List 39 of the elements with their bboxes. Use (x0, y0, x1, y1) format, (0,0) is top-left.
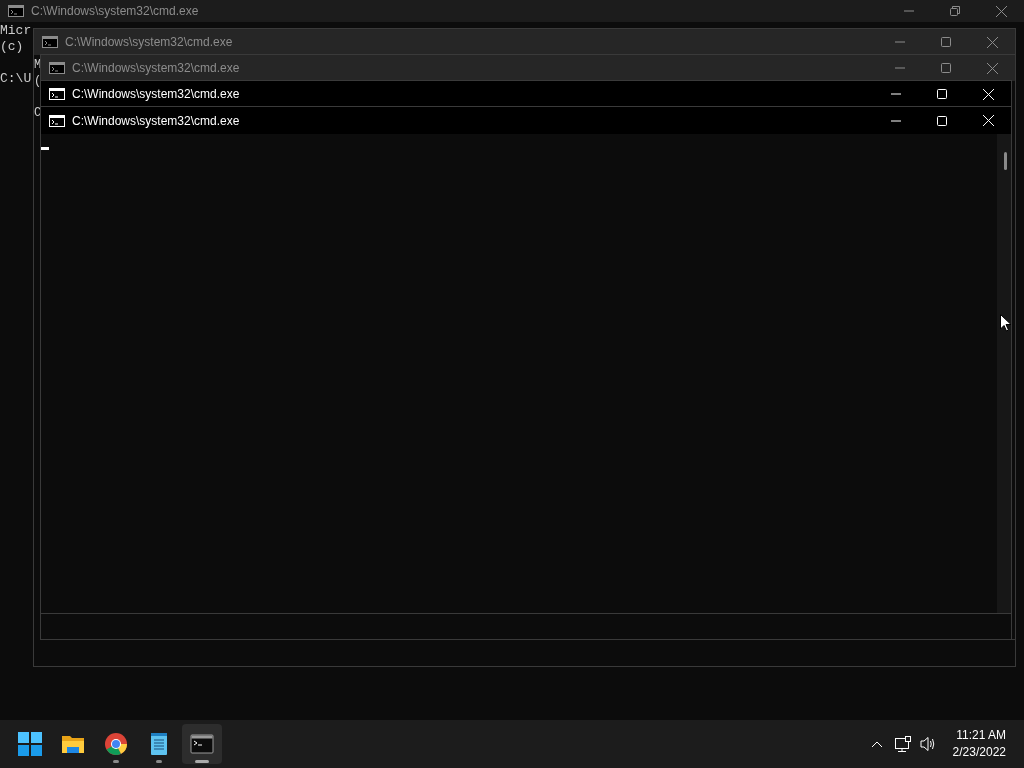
console-icon (49, 62, 65, 74)
running-indicator (156, 760, 162, 763)
running-indicator (195, 760, 209, 763)
clock[interactable]: 11:21 AM 2/23/2022 (952, 727, 1006, 761)
console-icon (8, 5, 24, 17)
maximize-icon (941, 37, 951, 47)
browser-icon (104, 732, 128, 756)
network-icon[interactable] (894, 736, 911, 752)
window-title: C:\Windows\system32\cmd.exe (72, 112, 241, 130)
scrollbar[interactable] (997, 134, 1011, 613)
console-text: M (34, 57, 42, 73)
console-icon (49, 114, 65, 127)
console-text: ( (34, 73, 42, 89)
console-icon (49, 88, 65, 100)
console-icon (42, 36, 58, 48)
console-prompt: C (34, 105, 42, 121)
terminal-icon (190, 732, 214, 756)
window-title: C:\Windows\system32\cmd.exe (65, 34, 234, 51)
restore-icon (950, 6, 960, 16)
windows-logo-icon (18, 732, 42, 756)
scroll-thumb[interactable] (1004, 152, 1007, 170)
window-title: C:\Windows\system32\cmd.exe (72, 60, 241, 77)
close-icon (995, 5, 1007, 17)
chevron-up-icon (870, 740, 883, 748)
window-title: C:\Windows\system32\cmd.exe (31, 3, 200, 20)
running-indicator (113, 760, 119, 763)
close-icon (986, 36, 998, 48)
close-icon (986, 62, 998, 74)
console-text: (c) (0, 39, 24, 55)
close-icon (982, 88, 994, 100)
console-text: Micr (0, 23, 32, 39)
window-title: C:\Windows\system32\cmd.exe (72, 86, 241, 103)
maximize-icon (941, 63, 951, 73)
volume-icon[interactable] (919, 736, 936, 752)
console-prompt: C:\U (0, 71, 32, 87)
maximize-icon (937, 115, 947, 126)
maximize-icon (937, 89, 947, 99)
taskbar-app[interactable] (182, 724, 222, 764)
close-icon (982, 115, 994, 126)
